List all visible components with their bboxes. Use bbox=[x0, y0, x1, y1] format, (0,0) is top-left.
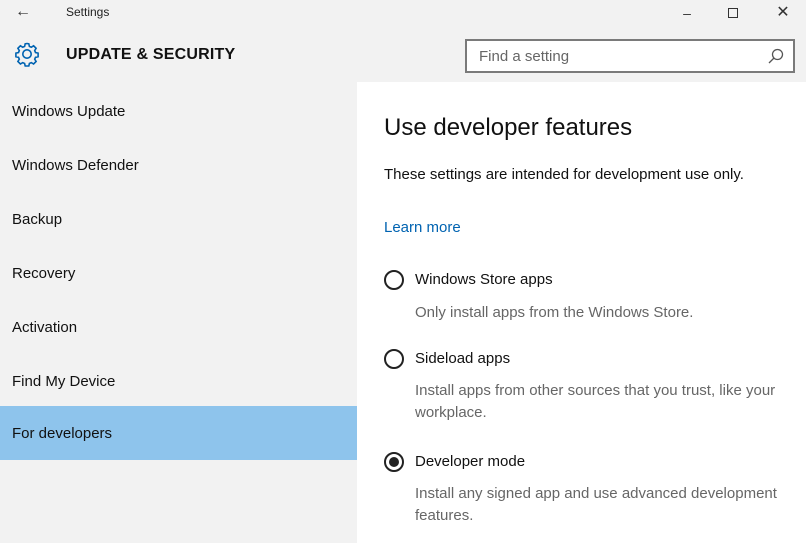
minimize-button[interactable]: – bbox=[664, 0, 710, 26]
search-input[interactable] bbox=[467, 41, 757, 71]
option-description: Only install apps from the Windows Store… bbox=[415, 304, 694, 321]
sidebar-item-label: Find My Device bbox=[12, 373, 116, 390]
sidebar-item-find-my-device[interactable]: Find My Device bbox=[0, 354, 357, 408]
sidebar-item-activation[interactable]: Activation bbox=[0, 300, 357, 354]
page-title: Use developer features bbox=[384, 114, 633, 141]
close-button[interactable]: ✕ bbox=[760, 0, 806, 26]
sidebar-item-windows-defender[interactable]: Windows Defender bbox=[0, 138, 357, 192]
settings-header: UPDATE & SECURITY bbox=[0, 26, 806, 82]
sidebar: Windows Update Windows Defender Backup R… bbox=[0, 82, 357, 543]
option-description: Install any signed app and use advanced … bbox=[415, 485, 777, 524]
radio-button[interactable] bbox=[384, 349, 404, 369]
sidebar-item-label: Windows Update bbox=[12, 103, 126, 120]
sidebar-item-label: Activation bbox=[12, 319, 78, 336]
sidebar-item-label: For developers bbox=[12, 425, 113, 442]
search-icon[interactable] bbox=[767, 47, 785, 65]
option-label: Developer mode bbox=[415, 453, 526, 470]
option-label: Sideload apps bbox=[415, 350, 511, 367]
maximize-icon bbox=[728, 7, 738, 18]
main-content: Use developer features These settings ar… bbox=[357, 82, 806, 543]
radio-button[interactable] bbox=[384, 270, 404, 290]
sidebar-item-windows-update[interactable]: Windows Update bbox=[0, 84, 357, 138]
window-title: Settings bbox=[66, 5, 110, 19]
back-arrow-icon: ← bbox=[15, 3, 31, 20]
search-box[interactable] bbox=[465, 39, 795, 73]
sidebar-item-label: Recovery bbox=[12, 265, 76, 282]
section-title: UPDATE & SECURITY bbox=[66, 46, 236, 63]
learn-more-link[interactable]: Learn more bbox=[384, 219, 461, 236]
gear-icon bbox=[15, 42, 39, 67]
option-label: Windows Store apps bbox=[415, 271, 553, 288]
maximize-button[interactable] bbox=[710, 0, 756, 26]
close-icon: ✕ bbox=[776, 4, 790, 21]
sidebar-item-label: Windows Defender bbox=[12, 157, 139, 174]
sidebar-item-recovery[interactable]: Recovery bbox=[0, 246, 357, 300]
sidebar-item-backup[interactable]: Backup bbox=[0, 192, 357, 246]
intro-text: These settings are intended for developm… bbox=[384, 166, 744, 183]
sidebar-item-label: Backup bbox=[12, 211, 63, 228]
back-button[interactable]: ← bbox=[12, 1, 34, 23]
radio-button-selected[interactable] bbox=[384, 452, 404, 472]
option-description: Install apps from other sources that you… bbox=[415, 382, 776, 421]
title-bar: ← Settings – ✕ bbox=[0, 0, 806, 26]
sidebar-item-for-developers[interactable]: For developers bbox=[0, 406, 357, 460]
minimize-icon: – bbox=[683, 5, 691, 21]
